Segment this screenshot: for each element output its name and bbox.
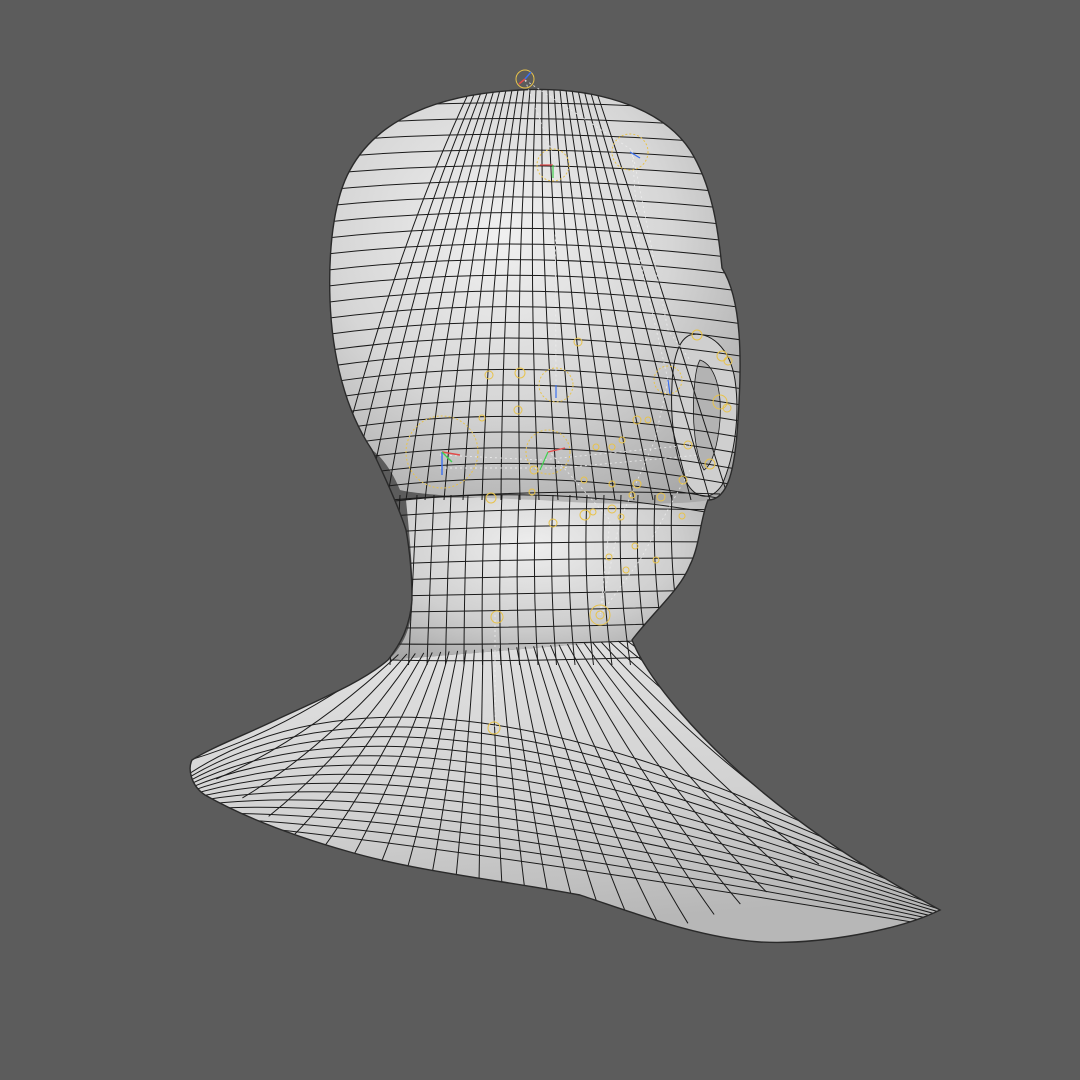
- neck-surface[interactable]: [388, 483, 708, 660]
- head-top-joint-control[interactable]: [515, 69, 535, 89]
- viewport-canvas[interactable]: [0, 0, 1080, 1080]
- mesh-edge-column: [389, 494, 401, 666]
- bust-mesh[interactable]: [190, 89, 940, 943]
- 3d-viewport[interactable]: [0, 0, 1080, 1080]
